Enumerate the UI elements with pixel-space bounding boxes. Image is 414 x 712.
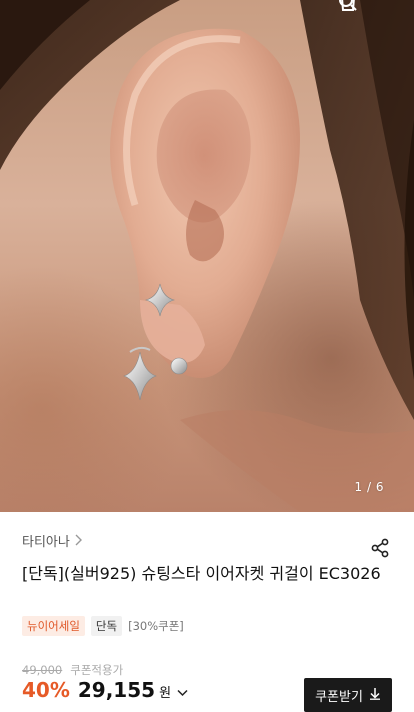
product-title: [단독](실버925) 슈팅스타 이어자켓 귀걸이 EC3026 bbox=[22, 564, 381, 583]
product-info: 타티아나 [단독](실버925) 슈팅스타 이어자켓 귀걸이 EC3026 뉴이… bbox=[0, 512, 414, 712]
tag-list: 뉴이어세일 단독 [30%쿠폰] bbox=[22, 616, 184, 636]
tag-coupon: [30%쿠폰] bbox=[128, 619, 184, 633]
original-price-row: 49,000 쿠폰적용가 bbox=[22, 662, 123, 678]
download-icon bbox=[369, 687, 381, 704]
tag-newyear-sale: 뉴이어세일 bbox=[22, 616, 85, 636]
get-coupon-label: 쿠폰받기 bbox=[315, 689, 363, 705]
chevron-right-icon bbox=[74, 534, 82, 546]
get-coupon-button[interactable]: 쿠폰받기 bbox=[304, 678, 392, 712]
product-image[interactable]: 1 / 6 bbox=[0, 0, 414, 512]
sale-price: 29,155 bbox=[77, 678, 156, 702]
coupon-applied-label: 쿠폰적용가 bbox=[70, 663, 124, 677]
price-row[interactable]: 40% 29,155 원 bbox=[22, 678, 188, 702]
brand-row[interactable]: 타티아나 bbox=[22, 530, 398, 558]
discount-rate: 40% bbox=[22, 678, 70, 702]
tag-exclusive: 단독 bbox=[90, 616, 123, 636]
share-icon[interactable] bbox=[368, 536, 392, 560]
cart-icon[interactable] bbox=[341, 0, 404, 16]
image-counter: 1 / 6 bbox=[354, 480, 384, 494]
chevron-down-icon[interactable] bbox=[177, 689, 188, 697]
currency-label: 원 bbox=[159, 686, 172, 701]
product-photo bbox=[0, 0, 414, 512]
original-price: 49,000 bbox=[22, 663, 63, 677]
brand-name[interactable]: 타티아나 bbox=[22, 531, 70, 550]
